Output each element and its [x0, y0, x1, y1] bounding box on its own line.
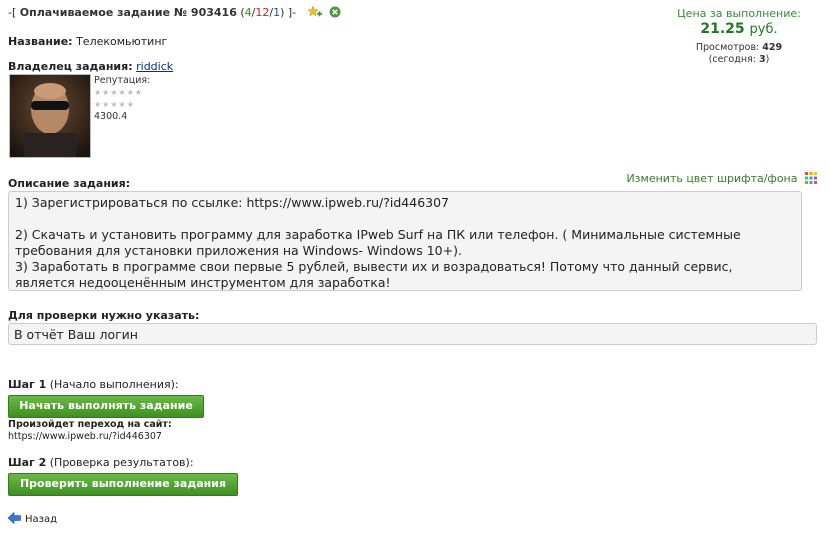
- back-label[interactable]: Назад: [25, 514, 57, 525]
- price-unit: руб.: [749, 22, 778, 37]
- description-box: 1) Зарегистрироваться по ссылке: https:/…: [8, 191, 802, 291]
- views-count: 429: [762, 42, 783, 53]
- owner-row: Владелец задания: riddick: [8, 60, 173, 73]
- check-value-box: В отчёт Ваш логин: [8, 323, 817, 345]
- views-label: Просмотров:: [695, 42, 760, 53]
- header-prefix: -[: [8, 6, 17, 19]
- step-2-header: Шаг 2 (Проверка результатов):: [8, 456, 194, 469]
- redirect-label: Произойдет переход на сайт:: [8, 419, 172, 430]
- step-1-note: (Начало выполнения):: [49, 378, 179, 391]
- step-2-label: Шаг 2: [8, 456, 47, 469]
- description-line-2: 2) Скачать и установить программу для за…: [15, 227, 741, 258]
- count-b: 12: [255, 6, 270, 19]
- count-a: 4: [244, 6, 252, 19]
- reputation-box: Репутация: ★★★★★★ ★★★★★ 4300.4: [94, 75, 150, 123]
- description-line-3: 3) Заработать в программе свои первые 5 …: [15, 259, 733, 290]
- today-count: 3: [758, 54, 766, 65]
- price-amount: 21.25: [700, 21, 745, 37]
- views-counter: Просмотров: 429 (сегодня: 3): [659, 42, 819, 66]
- reputation-stars-row-2: ★★★★★: [94, 100, 135, 109]
- counts-open: (: [236, 6, 245, 19]
- change-color-link[interactable]: Изменить цвет шрифта/фона: [626, 172, 817, 185]
- today-close: ): [765, 54, 770, 65]
- description-line-1: 1) Зарегистрироваться по ссылке: https:/…: [15, 195, 450, 210]
- header-suffix: ]-: [287, 6, 297, 19]
- task-header: -[ Оплачиваемое задание № 903416 (4/12/1…: [8, 5, 341, 19]
- name-label: Название:: [8, 35, 73, 48]
- favorite-star-icon[interactable]: [306, 5, 322, 18]
- avatar[interactable]: [9, 74, 91, 158]
- description-label: Описание задания:: [8, 177, 131, 190]
- counts-close: ): [280, 6, 285, 19]
- step-1-label: Шаг 1: [8, 378, 47, 391]
- reputation-stars-row-1: ★★★★★★: [94, 88, 144, 97]
- reputation-score: 4300.4: [94, 111, 128, 122]
- check-label: Для проверки нужно указать:: [8, 309, 200, 322]
- today-label: (сегодня:: [708, 54, 756, 65]
- step-1-header: Шаг 1 (Начало выполнения):: [8, 378, 179, 391]
- redirect-url: https://www.ipweb.ru/?id446307: [8, 431, 162, 442]
- color-palette-icon[interactable]: [805, 172, 817, 184]
- step-2-note: (Проверка результатов):: [49, 456, 194, 469]
- check-task-button[interactable]: Проверить выполнение задания: [8, 473, 238, 496]
- task-title: Оплачиваемое задание № 903416: [19, 6, 237, 19]
- owner-link[interactable]: riddick: [136, 60, 173, 73]
- close-icon[interactable]: [329, 6, 341, 18]
- start-task-button[interactable]: Начать выполнять задание: [8, 395, 204, 418]
- arrow-left-icon[interactable]: [7, 511, 21, 525]
- task-name-row: Название: Телекомьютинг: [8, 35, 167, 48]
- task-name: Телекомьютинг: [76, 35, 168, 48]
- price-box: Цена за выполнение: 21.25 руб. Просмотро…: [659, 7, 819, 66]
- price-value: 21.25 руб.: [659, 21, 819, 37]
- reputation-label: Репутация:: [94, 75, 151, 86]
- back-link[interactable]: Назад: [7, 511, 57, 525]
- price-label: Цена за выполнение:: [677, 7, 801, 20]
- change-color-label[interactable]: Изменить цвет шрифта/фона: [626, 172, 797, 185]
- owner-label: Владелец задания:: [8, 60, 133, 73]
